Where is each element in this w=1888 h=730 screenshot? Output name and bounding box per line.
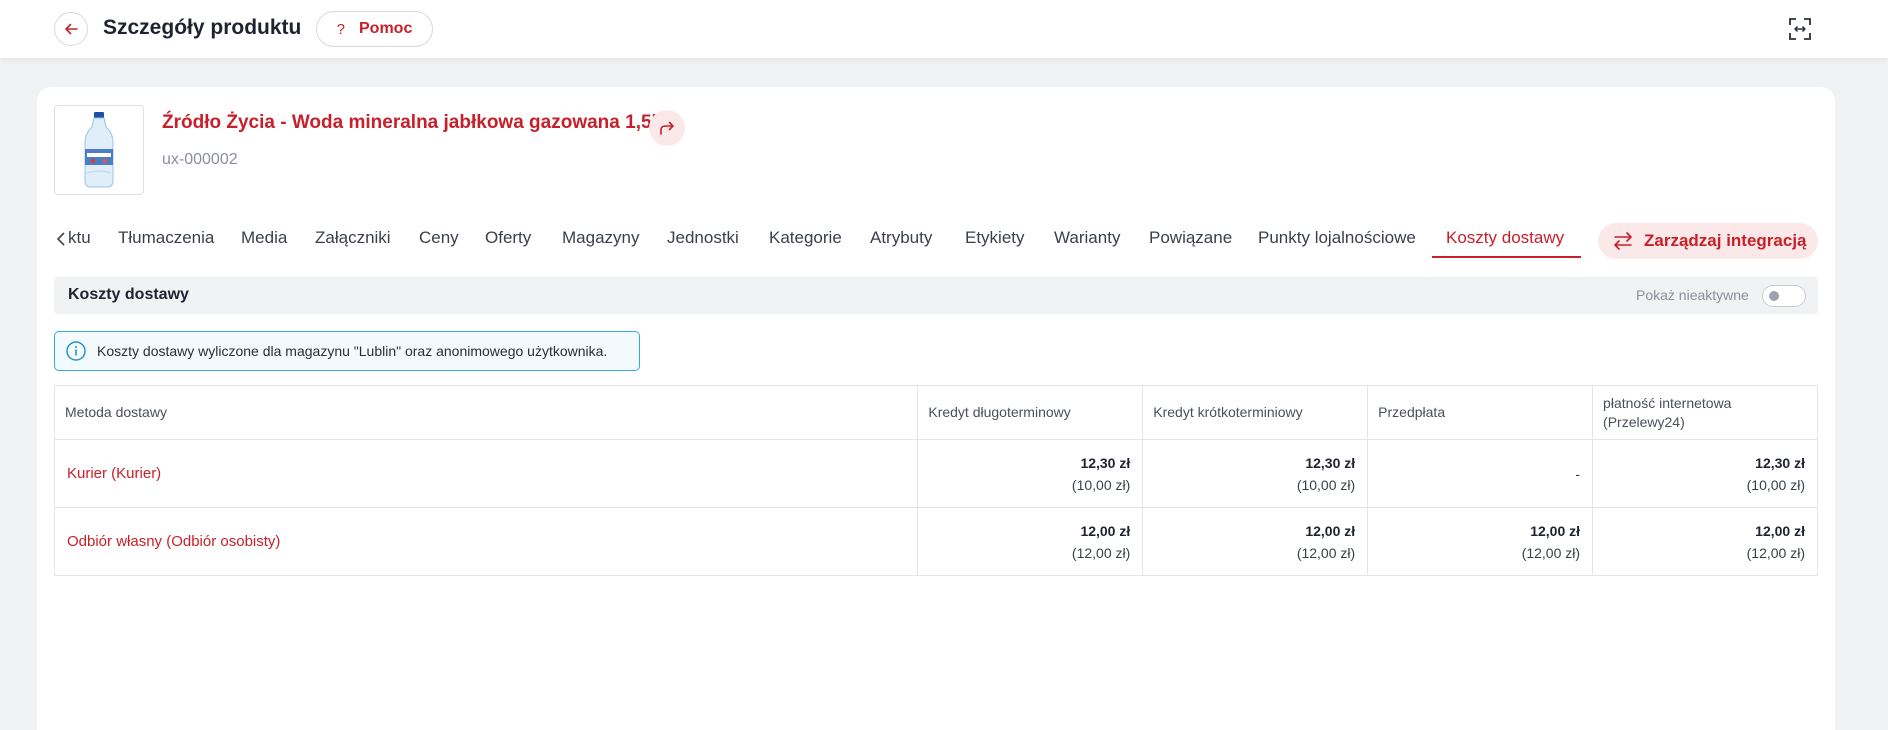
tab-atrybuty[interactable]: Atrybuty bbox=[870, 228, 932, 248]
tab-partial[interactable]: ktu bbox=[68, 228, 91, 248]
expand-button[interactable] bbox=[1787, 16, 1813, 42]
arrow-left-icon bbox=[65, 23, 78, 35]
gross-price: 12,00 zł bbox=[1080, 522, 1131, 539]
section-title: Koszty dostawy bbox=[68, 286, 189, 303]
price-cell: - bbox=[1367, 439, 1594, 508]
tab-kategorie[interactable]: Kategorie bbox=[769, 228, 842, 248]
page-title: Szczegóły produktu bbox=[103, 16, 302, 39]
delivery-method-link[interactable]: Odbiór własny (Odbiór osobisty) bbox=[53, 507, 919, 576]
show-inactive-toggle[interactable] bbox=[1762, 285, 1806, 307]
help-button-label: Pomoc bbox=[359, 20, 413, 37]
info-alert: Koszty dostawy wyliczone dla magazynu "L… bbox=[54, 331, 640, 371]
tab-jednostki[interactable]: Jednostki bbox=[667, 228, 739, 248]
toggle-knob bbox=[1769, 291, 1779, 301]
delivery-costs-table: Metoda dostawy Kredyt długoterminowy Kre… bbox=[53, 385, 1818, 576]
column-header: Metoda dostawy bbox=[53, 385, 919, 440]
gross-price: 12,00 zł bbox=[1530, 522, 1581, 539]
product-thumbnail bbox=[54, 105, 144, 195]
price-cell: 12,30 zł (10,00 zł) bbox=[917, 439, 1144, 508]
column-header: Kredyt długoterminowy bbox=[917, 385, 1144, 440]
table-header-row: Metoda dostawy Kredyt długoterminowy Kre… bbox=[53, 385, 1818, 440]
swap-arrows-icon bbox=[1614, 232, 1632, 250]
empty-price: - bbox=[1575, 465, 1581, 482]
price-cell: 12,00 zł (12,00 zł) bbox=[1142, 507, 1369, 576]
tab-tlumaczenia[interactable]: Tłumaczenia bbox=[118, 228, 214, 248]
delivery-method-link[interactable]: Kurier (Kurier) bbox=[53, 439, 919, 508]
net-price: (10,00 zł) bbox=[1296, 476, 1356, 493]
table-row: Odbiór własny (Odbiór osobisty) 12,00 zł… bbox=[53, 507, 1818, 576]
section-header: Koszty dostawy Pokaż nieaktywne bbox=[54, 277, 1818, 314]
net-price: (10,00 zł) bbox=[1071, 476, 1131, 493]
gross-price: 12,30 zł bbox=[1755, 454, 1805, 471]
net-price: (12,00 zł) bbox=[1746, 544, 1805, 561]
tab-koszty-dostawy[interactable]: Koszty dostawy bbox=[1446, 228, 1564, 248]
show-inactive-label: Pokaż nieaktywne bbox=[1636, 287, 1749, 303]
tab-ceny[interactable]: Ceny bbox=[419, 228, 459, 248]
tab-oferty[interactable]: Oferty bbox=[485, 228, 531, 248]
back-button[interactable] bbox=[54, 12, 88, 46]
expand-icon bbox=[1789, 18, 1811, 40]
net-price: (10,00 zł) bbox=[1746, 476, 1805, 493]
tab-punkty-lojalnosciowe[interactable]: Punkty lojalnościowe bbox=[1258, 228, 1416, 248]
price-cell: 12,30 zł (10,00 zł) bbox=[1142, 439, 1369, 508]
share-arrow-icon bbox=[660, 121, 674, 135]
manage-integration-button[interactable]: Zarządzaj integracją bbox=[1598, 223, 1818, 259]
tab-warianty[interactable]: Warianty bbox=[1054, 228, 1120, 248]
tab-zalaczniki[interactable]: Załączniki bbox=[315, 228, 391, 248]
column-header: Przedpłata bbox=[1367, 385, 1594, 440]
net-price: (12,00 zł) bbox=[1521, 544, 1581, 561]
product-name: Źródło Życia - Woda mineralna jabłkowa g… bbox=[162, 112, 657, 133]
price-cell: 12,00 zł (12,00 zł) bbox=[917, 507, 1144, 576]
help-button[interactable]: ? Pomoc bbox=[316, 11, 433, 47]
gross-price: 12,30 zł bbox=[1080, 454, 1131, 471]
gross-price: 12,00 zł bbox=[1755, 522, 1805, 539]
gross-price: 12,30 zł bbox=[1305, 454, 1356, 471]
net-price: (12,00 zł) bbox=[1296, 544, 1356, 561]
active-tab-indicator bbox=[1432, 256, 1581, 258]
price-cell: 12,30 zł (10,00 zł) bbox=[1592, 439, 1818, 508]
net-price: (12,00 zł) bbox=[1071, 544, 1131, 561]
water-bottle-image bbox=[84, 112, 114, 188]
gross-price: 12,00 zł bbox=[1305, 522, 1356, 539]
table-row: Kurier (Kurier) 12,30 zł (10,00 zł) 12,3… bbox=[53, 439, 1818, 508]
product-sku: ux-000002 bbox=[162, 151, 238, 168]
column-header: płatność internetowa (Przelewy24) bbox=[1592, 385, 1818, 440]
tab-etykiety[interactable]: Etykiety bbox=[965, 228, 1025, 248]
question-icon: ? bbox=[336, 20, 345, 38]
chevron-left-icon bbox=[56, 232, 65, 246]
tab-powiazane[interactable]: Powiązane bbox=[1149, 228, 1232, 248]
info-alert-text: Koszty dostawy wyliczone dla magazynu "L… bbox=[97, 343, 608, 359]
price-cell: 12,00 zł (12,00 zł) bbox=[1592, 507, 1818, 576]
manage-integration-label: Zarządzaj integracją bbox=[1644, 231, 1807, 250]
top-bar: Szczegóły produktu ? Pomoc bbox=[0, 0, 1888, 58]
info-circle-icon bbox=[66, 341, 86, 361]
column-header: Kredyt krótkoterminiowy bbox=[1142, 385, 1369, 440]
tabs-scroll-left[interactable] bbox=[56, 231, 66, 252]
price-cell: 12,00 zł (12,00 zł) bbox=[1367, 507, 1594, 576]
tab-media[interactable]: Media bbox=[241, 228, 287, 248]
tab-magazyny[interactable]: Magazyny bbox=[562, 228, 639, 248]
share-button[interactable] bbox=[649, 110, 685, 146]
